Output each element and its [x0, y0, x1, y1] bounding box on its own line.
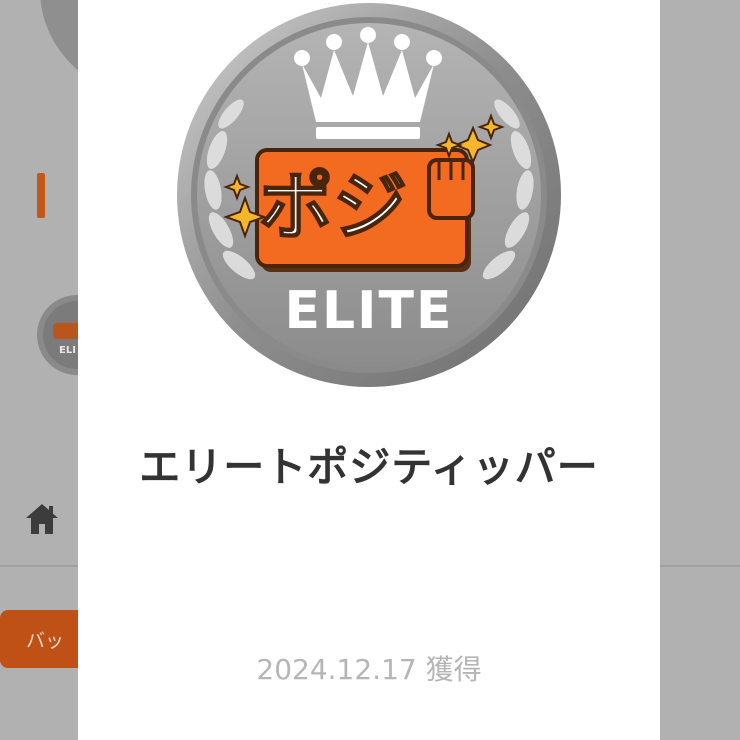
- posi-logo: ポジ: [255, 148, 475, 272]
- posi-logo-text: ポジ: [259, 164, 407, 250]
- badge-title: エリートポジティッパー: [139, 443, 599, 491]
- badge-thumbnail-label: ELI: [59, 345, 76, 356]
- home-icon[interactable]: [24, 502, 60, 536]
- elite-label: ELITE: [285, 281, 454, 341]
- section-accent-bar: [37, 173, 45, 218]
- acquired-date: 2024.12.17 獲得: [256, 653, 482, 686]
- elite-badge-image: ポジ ELITE: [177, 3, 561, 387]
- badge-tab-label: バッ: [26, 630, 65, 652]
- badge-detail-modal: ポジ ELITE エリートポジティッパー 2024.12.17 獲得: [78, 0, 660, 740]
- fist-icon: [427, 158, 475, 220]
